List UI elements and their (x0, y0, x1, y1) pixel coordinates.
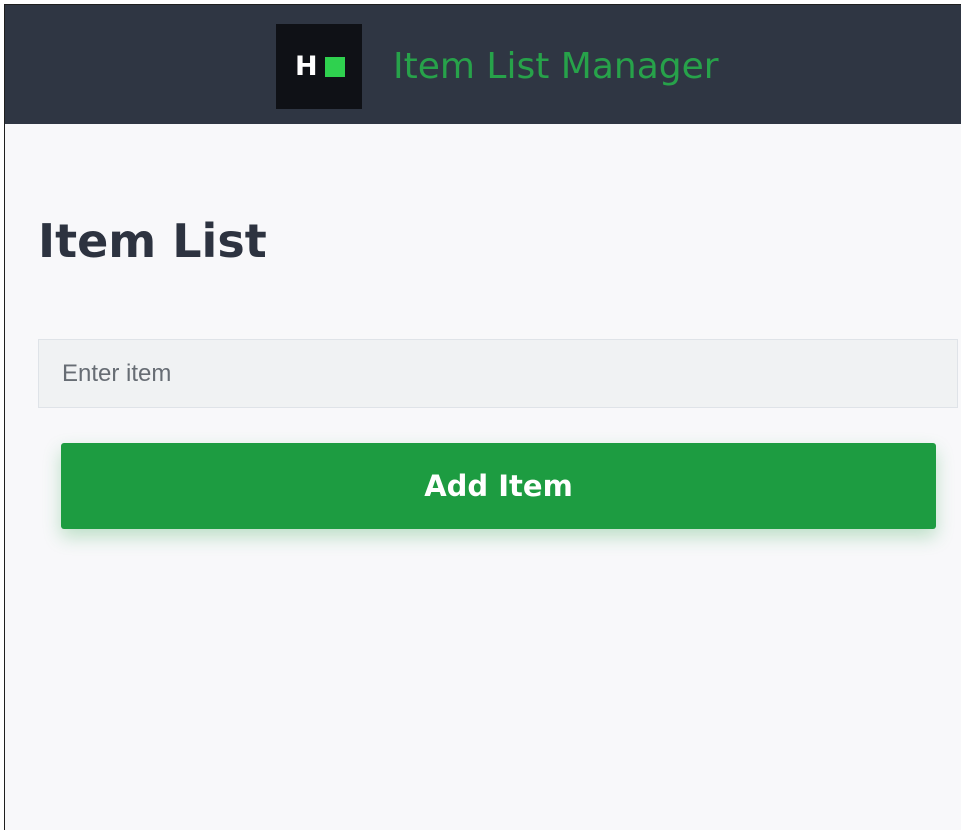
main-content: Item List Add Item (5, 124, 961, 830)
app-title: Item List Manager (393, 46, 719, 87)
add-item-button[interactable]: Add Item (61, 443, 936, 529)
app-window: H Item List Manager Item List Add Item (4, 4, 961, 830)
logo-letter: H (295, 51, 318, 82)
logo-square-icon (325, 57, 345, 77)
app-header: H Item List Manager (5, 5, 961, 124)
hackerrank-logo-icon: H (276, 24, 362, 109)
page-title: Item List (38, 214, 267, 268)
item-input[interactable] (38, 339, 958, 408)
